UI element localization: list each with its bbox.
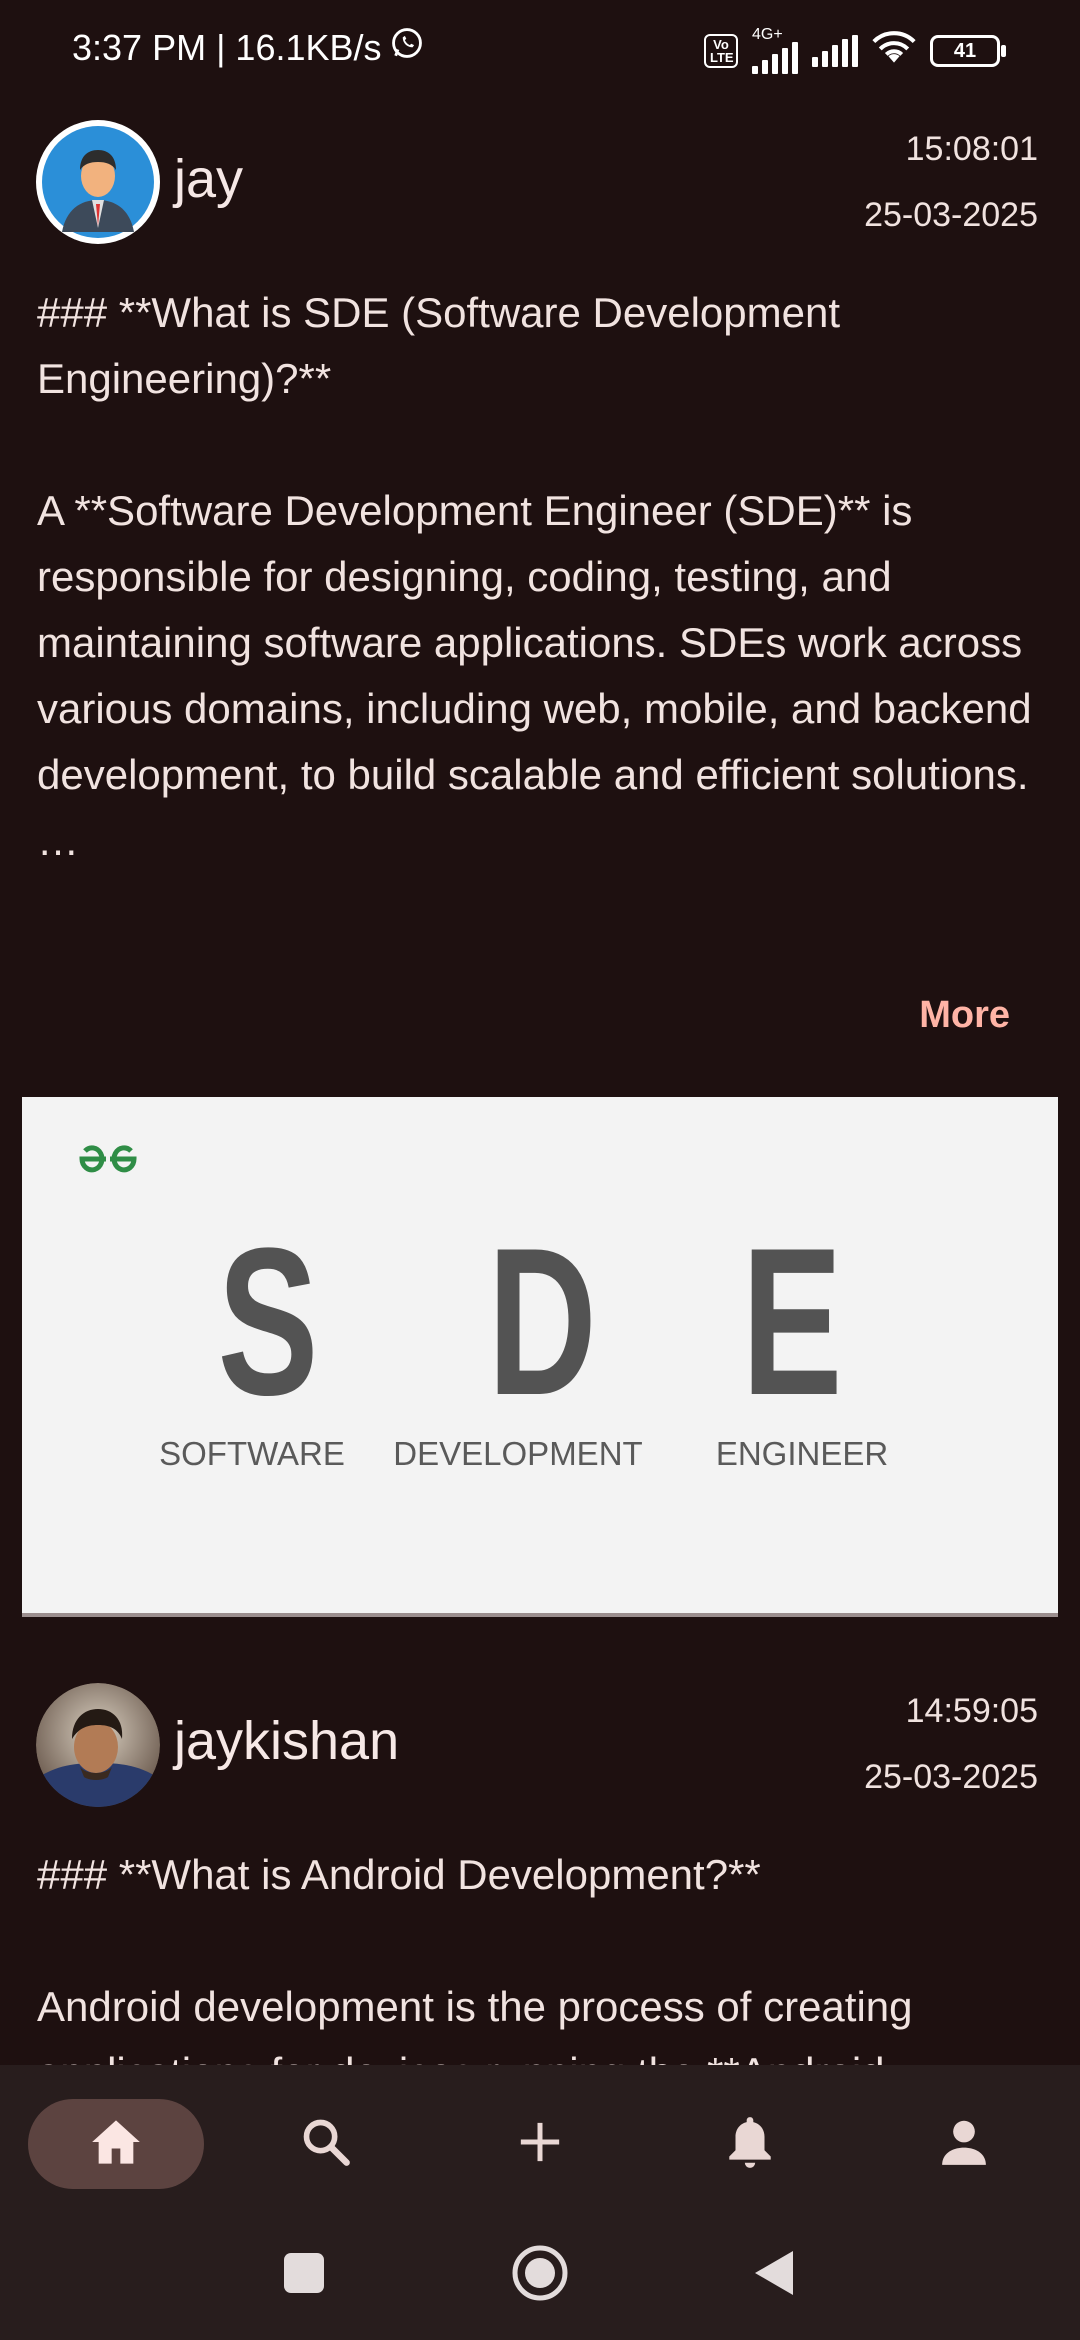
- status-bar: 3:37 PM | 16.1KB/s Vo LTE 4G+ 41: [0, 0, 1080, 100]
- post-date: 25-03-2025: [864, 196, 1038, 234]
- network-type-label: 4G+: [752, 26, 783, 43]
- image-word-development: DEVELOPMENT: [393, 1435, 643, 1472]
- back-triangle-icon: [753, 2249, 795, 2302]
- more-button[interactable]: More: [919, 994, 1010, 1037]
- bottom-navigation: [0, 2065, 1080, 2340]
- nav-profile-button[interactable]: [876, 2099, 1052, 2189]
- back-button[interactable]: [724, 2230, 824, 2320]
- volte-icon: Vo LTE: [704, 34, 738, 68]
- wifi-icon: [872, 31, 916, 71]
- post-date: 25-03-2025: [864, 1758, 1038, 1796]
- post-body: ### **What is Android Development?** And…: [37, 1851, 913, 2065]
- system-navigation: [0, 2230, 1080, 2320]
- avatar[interactable]: [36, 120, 160, 244]
- post-time: 15:08:01: [905, 130, 1038, 168]
- circle-icon: [511, 2244, 569, 2307]
- home-icon: [90, 2118, 142, 2171]
- signal-4g-icon: 4G+: [752, 26, 798, 74]
- username[interactable]: jaykishan: [174, 1710, 399, 1772]
- image-word-engineer: ENGINEER: [715, 1435, 889, 1472]
- nav-add-button[interactable]: [452, 2099, 628, 2189]
- post-time: 14:59:05: [905, 1692, 1038, 1730]
- post-card: jaykishan 14:59:05 25-03-2025 ### **What…: [0, 1660, 1080, 2065]
- bell-icon: [725, 2113, 775, 2176]
- status-left: 3:37 PM | 16.1KB/s: [72, 26, 424, 69]
- person-icon: [939, 2117, 989, 2172]
- nav-search-button[interactable]: [238, 2099, 414, 2189]
- gfg-logo-icon: [76, 1141, 140, 1186]
- status-right: Vo LTE 4G+ 41: [704, 26, 1006, 74]
- search-icon: [300, 2116, 352, 2173]
- image-letter-d: D: [487, 1204, 597, 1439]
- image-word-software: SOFTWARE: [159, 1435, 345, 1472]
- battery-icon: 41: [930, 35, 1006, 67]
- signal-icon: [812, 35, 858, 67]
- recent-apps-button[interactable]: [254, 2230, 354, 2320]
- avatar[interactable]: [36, 1683, 160, 1807]
- image-letter-e: E: [741, 1204, 843, 1439]
- whatsapp-icon: [390, 26, 424, 69]
- status-time-speed: 3:37 PM | 16.1KB/s: [72, 26, 382, 68]
- nav-home-button[interactable]: [28, 2099, 204, 2189]
- image-letter-s: S: [217, 1204, 319, 1439]
- username[interactable]: jay: [174, 148, 243, 210]
- post-image[interactable]: S D E SOFTWARE DEVELOPMENT ENGINEER: [22, 1097, 1058, 1617]
- home-system-button[interactable]: [490, 2230, 590, 2320]
- plus-icon: [517, 2119, 563, 2170]
- nav-notifications-button[interactable]: [662, 2099, 838, 2189]
- post-body: ### **What is SDE (Software Development …: [37, 289, 1032, 864]
- square-icon: [283, 2252, 325, 2299]
